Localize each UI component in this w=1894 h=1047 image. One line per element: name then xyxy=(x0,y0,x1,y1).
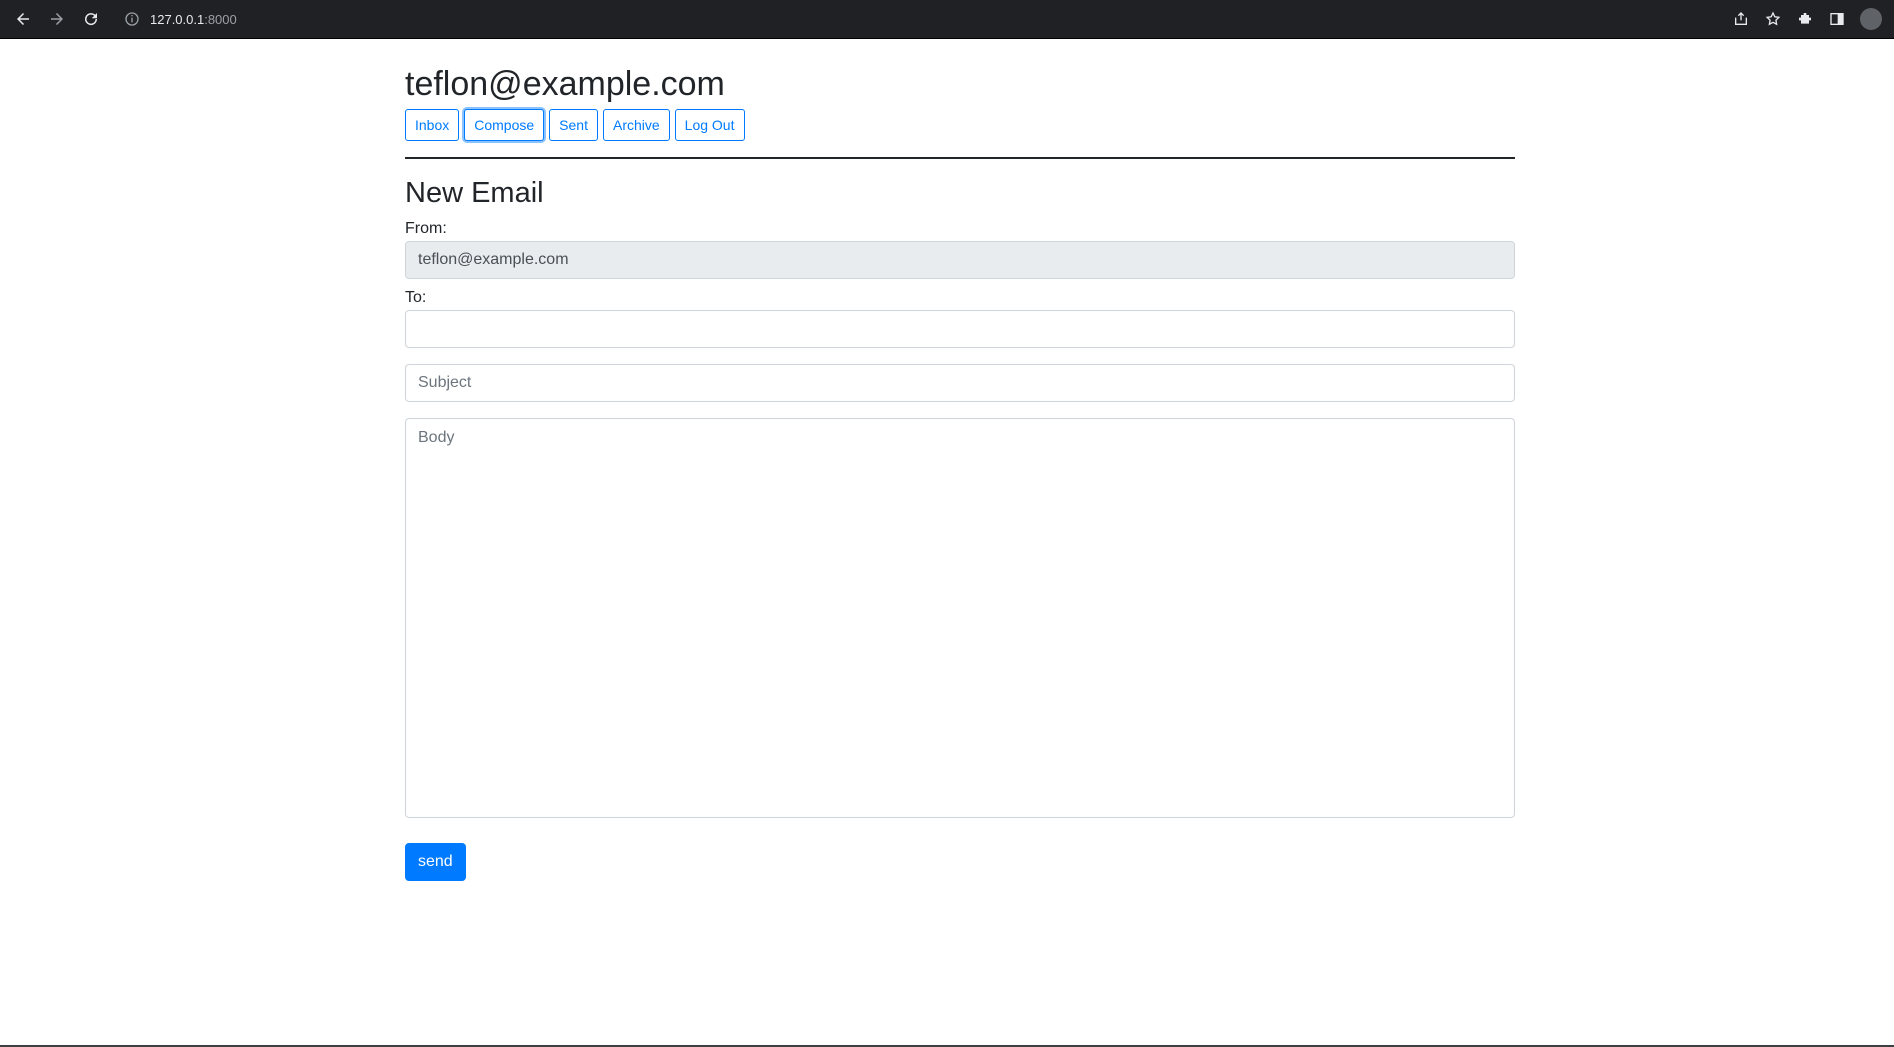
profile-avatar[interactable] xyxy=(1860,8,1882,30)
url-host: 127.0.0.1 xyxy=(150,11,205,27)
url-port: :8000 xyxy=(204,11,237,27)
compose-title: New Email xyxy=(405,176,544,209)
extensions-icon[interactable] xyxy=(1796,10,1814,28)
info-icon[interactable] xyxy=(124,11,140,27)
forward-icon[interactable] xyxy=(42,4,72,34)
side-panel-icon[interactable] xyxy=(1828,10,1846,28)
browser-toolbar: 127.0.0.1:8000 xyxy=(0,0,1894,39)
subject-field[interactable] xyxy=(405,363,1515,402)
body-field[interactable] xyxy=(405,417,1515,818)
account-heading: teflon@example.com xyxy=(405,65,725,103)
page-container: teflon@example.com Inbox Compose Sent Ar… xyxy=(405,38,1515,881)
logout-button[interactable]: Log Out xyxy=(674,108,745,141)
share-icon[interactable] xyxy=(1732,10,1750,28)
archive-button[interactable]: Archive xyxy=(602,108,670,141)
to-field[interactable] xyxy=(405,309,1515,348)
nav-button-group: Inbox Compose Sent Archive Log Out xyxy=(405,108,1515,141)
inbox-button[interactable]: Inbox xyxy=(405,108,460,141)
back-icon[interactable] xyxy=(8,4,38,34)
sent-button[interactable]: Sent xyxy=(549,108,598,141)
from-field xyxy=(405,240,1515,279)
compose-button[interactable]: Compose xyxy=(464,108,545,141)
to-label: To: xyxy=(405,288,427,306)
bookmark-star-icon[interactable] xyxy=(1764,10,1782,28)
from-label: From: xyxy=(405,219,447,237)
send-button[interactable]: send xyxy=(405,842,466,881)
address-bar[interactable]: 127.0.0.1:8000 xyxy=(124,11,237,27)
compose-view: New Email From: To: send xyxy=(405,177,1515,881)
reload-icon[interactable] xyxy=(76,4,106,34)
header-divider xyxy=(405,156,1515,159)
